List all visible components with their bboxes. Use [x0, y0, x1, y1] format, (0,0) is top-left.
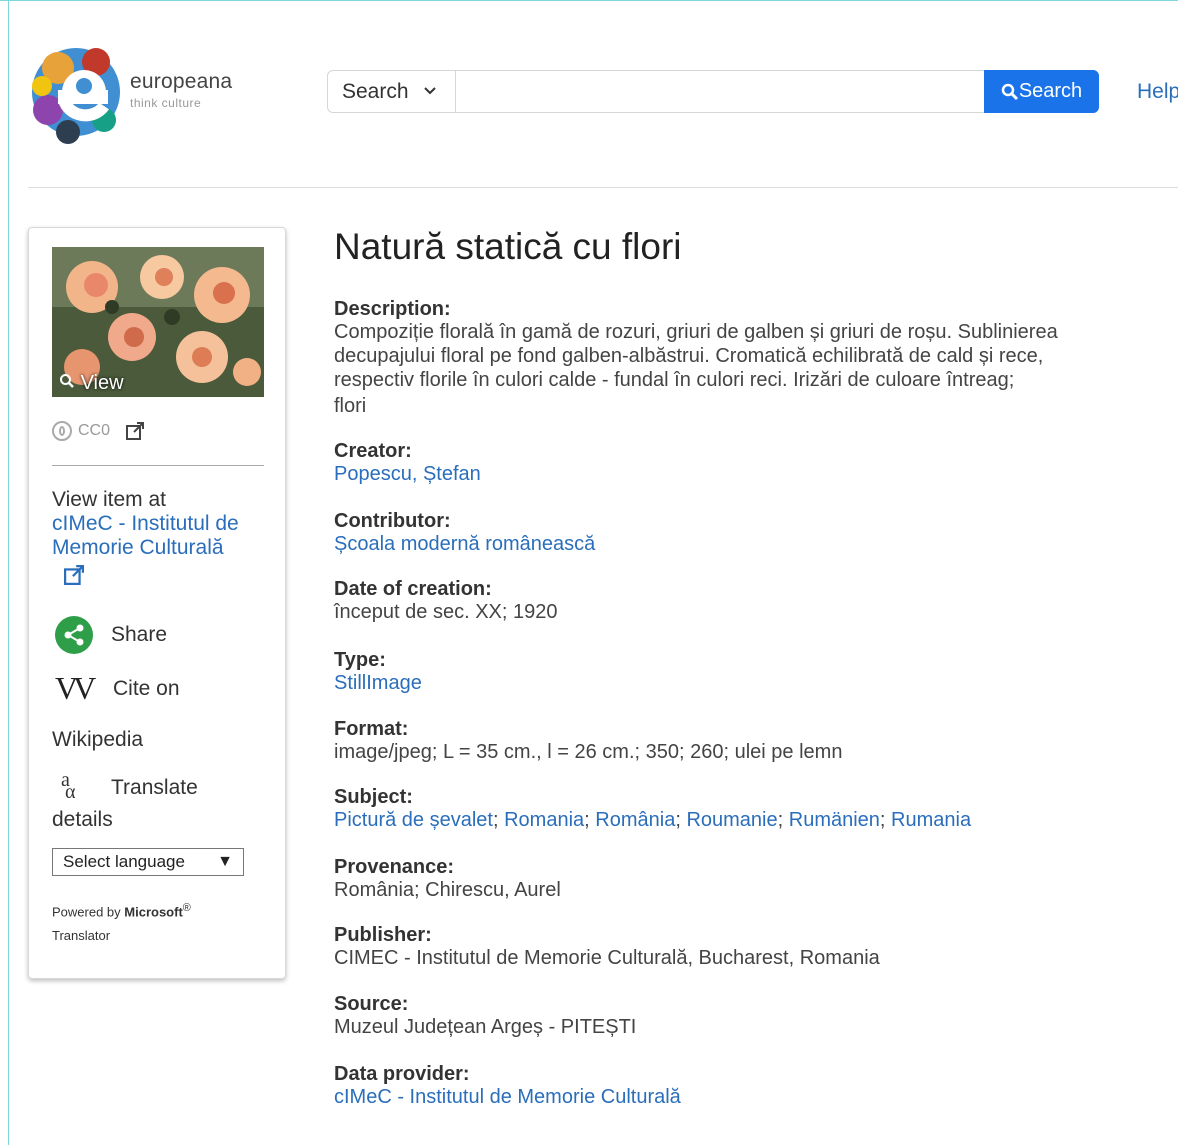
format-label: Format: [334, 718, 409, 740]
external-link-icon[interactable] [64, 565, 84, 585]
item-sidebar-card: View CC0 View item at cIMeC - Institutul… [28, 227, 286, 979]
provenance-value: România; Chirescu, Aurel [334, 879, 561, 901]
language-select-label: Select language [63, 852, 185, 871]
type-label: Type: [334, 649, 386, 671]
sidebar-divider [52, 465, 264, 466]
search-icon [1001, 83, 1018, 100]
publisher-value: CIMEC - Institutul de Memorie Culturală,… [334, 947, 880, 969]
subject-link[interactable]: Pictură de șevalet [334, 809, 493, 831]
wikipedia-icon: VV [55, 670, 96, 706]
provenance-field: Provenance: România; Chirescu, Aurel [334, 856, 1178, 924]
share-button[interactable]: Share [55, 616, 167, 654]
description-line: respectiv florile în culori calde - fund… [334, 369, 1015, 391]
cite-wikipedia-button[interactable]: VV Cite on [55, 670, 180, 707]
source-value: Muzeul Județean Argeș - PITEȘTI [334, 1016, 637, 1038]
contributor-link[interactable]: Școala modernă românească [334, 533, 595, 555]
search-bar: Search Search [327, 70, 1099, 113]
creator-link[interactable]: Popescu, Ștefan [334, 463, 481, 485]
provenance-label: Provenance: [334, 856, 455, 878]
data-provider-link[interactable]: cIMeC - Institutul de Memorie Culturală [334, 1086, 681, 1108]
subject-list: Pictură de șevalet; Romania; România; Ro… [334, 809, 972, 831]
description-extra: flori [334, 395, 367, 417]
publisher-label: Publisher: [334, 924, 432, 946]
help-link[interactable]: Help [1137, 80, 1178, 104]
header-divider [28, 187, 1178, 188]
type-link[interactable]: StillImage [334, 672, 422, 694]
subject-link[interactable]: România [595, 809, 675, 831]
cite-label: Cite on [113, 676, 180, 700]
item-thumbnail[interactable]: View [52, 247, 264, 397]
description-line: decupajului floral pe fond galben-albăst… [334, 345, 1044, 367]
subject-link[interactable]: Rumania [891, 809, 971, 831]
subject-link[interactable]: Rumänien [789, 809, 880, 831]
zoom-icon [60, 374, 74, 388]
format-value: image/jpeg; L = 35 cm., l = 26 cm.; 350;… [334, 741, 843, 763]
search-type-dropdown[interactable]: Search [328, 71, 456, 112]
search-button-label: Search [1018, 80, 1083, 102]
search-button[interactable]: Search [984, 70, 1099, 113]
view-image-link[interactable]: View [59, 372, 124, 395]
source-label: Source: [334, 993, 409, 1015]
powered-by: Powered by Microsoft® Translator [52, 902, 191, 944]
item-metadata: Description: Compoziție florală în gamă … [334, 298, 1178, 1109]
search-type-label: Search [342, 80, 409, 103]
share-label: Share [111, 623, 168, 646]
frame-border-top [0, 0, 1178, 1]
frame-border-left [8, 0, 9, 1145]
external-link-icon[interactable] [126, 422, 145, 440]
cite-label-wikipedia: Wikipedia [52, 728, 144, 751]
share-icon [55, 616, 93, 654]
license-info: CC0 [52, 421, 145, 441]
view-label: View [80, 372, 124, 394]
data-provider-label: Data provider: [334, 1063, 470, 1085]
language-select[interactable]: Select language ▼ [52, 848, 244, 876]
publisher-field: Publisher: CIMEC - Institutul de Memorie… [334, 924, 1178, 993]
description-line: Compoziție florală în gamă de rozuri, gr… [334, 321, 1058, 343]
logo-wordmark: europeana [130, 70, 233, 93]
description-field: Description: Compoziție florală în gamă … [334, 298, 1178, 394]
type-field: Type: StillImage [334, 649, 1178, 718]
date-field: Date of creation: început de sec. XX; 19… [334, 578, 1178, 649]
translate-icon: aα [61, 769, 76, 803]
creator-field: Creator: Popescu, Ștefan [334, 440, 1178, 510]
format-field: Format: image/jpeg; L = 35 cm., l = 26 c… [334, 718, 1178, 786]
subject-label: Subject: [334, 786, 413, 808]
source-field: Source: Muzeul Județean Argeș - PITEȘTI [334, 993, 1178, 1063]
date-label: Date of creation: [334, 578, 492, 600]
provider-link[interactable]: cIMeC - Institutul de Memorie Culturală [52, 512, 239, 559]
chevron-down-icon [424, 71, 436, 112]
cc-zero-icon [52, 421, 72, 441]
item-title: Natură statică cu flori [334, 226, 682, 267]
logo-mark-icon [32, 48, 120, 144]
description-label: Description: [334, 298, 451, 320]
logo-tagline: think culture [130, 96, 202, 110]
view-item-at-label: View item at [52, 488, 166, 511]
microsoft-brand: Microsoft [124, 904, 183, 920]
europeana-logo[interactable]: europeana think culture [28, 40, 258, 150]
contributor-field: Contributor: Școala modernă românească [334, 510, 1178, 578]
subject-link[interactable]: Roumanie [686, 809, 777, 831]
translate-label-details: details [52, 808, 113, 831]
subject-field: Subject: Pictură de șevalet; Romania; Ro… [334, 786, 1178, 856]
translate-label: Translate [111, 776, 198, 799]
creator-label: Creator: [334, 440, 412, 462]
triangle-down-icon: ▼ [217, 853, 233, 870]
data-provider-field: Data provider: cIMeC - Institutul de Mem… [334, 1063, 1178, 1109]
view-item-at: View item at cIMeC - Institutul de Memor… [52, 488, 267, 560]
translate-button[interactable]: aα Translate [55, 769, 198, 805]
license-label: CC0 [78, 422, 111, 439]
subject-link[interactable]: Romania [504, 809, 584, 831]
date-value: început de sec. XX; 1920 [334, 601, 558, 623]
search-input[interactable] [458, 73, 982, 112]
contributor-label: Contributor: [334, 510, 451, 532]
